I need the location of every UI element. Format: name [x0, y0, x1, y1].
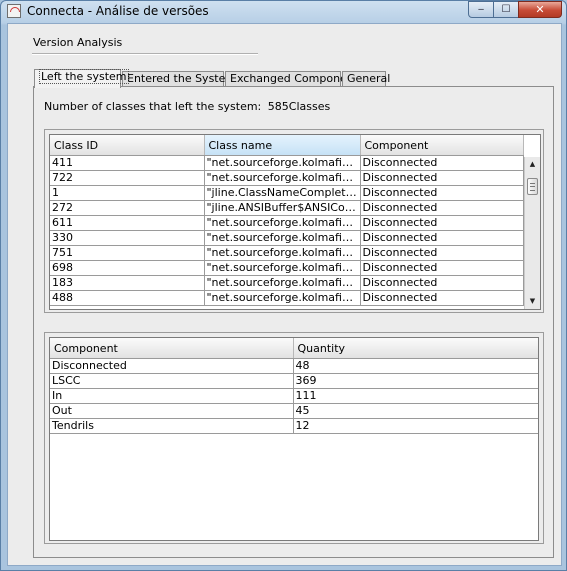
tab-label: General [347, 72, 391, 85]
table-row[interactable]: 330"net.sourceforge.kolmafia.Adv…Disconn… [50, 230, 524, 246]
cell-component: In [50, 388, 294, 404]
cell-class-id: 272 [50, 200, 205, 216]
classes-table: Class ID Class name Component 411 "net.so… [50, 135, 524, 306]
tab-exchanged-component[interactable]: Exchanged Component [225, 71, 358, 87]
tab-label: Exchanged Component [230, 72, 359, 85]
cell-quantity: 45 [293, 403, 538, 419]
table-row[interactable]: LSCC 369 [50, 373, 538, 389]
cell-component: Out [50, 403, 294, 419]
classes-table-viewport[interactable]: Class ID Class name Component 411 "net.so… [49, 134, 541, 310]
table-row[interactable]: 272 "jline.ANSIBuffer$ANSICodes" Disconnec… [50, 200, 524, 216]
column-header-quantity[interactable]: Quantity [293, 338, 538, 359]
tab-panel: Number of classes that left the system: … [33, 86, 554, 558]
cell-component: Tendrils [50, 418, 294, 434]
table-row[interactable]: 1 "jline.ClassNameCompletor" Disconnected [50, 185, 524, 201]
cell-class-id: 488 [50, 290, 205, 306]
components-table-header: Component Quantity [50, 338, 538, 359]
window-title: Connecta - Análise de versões [27, 4, 209, 18]
tab-left-the-system[interactable]: Left the system [34, 69, 129, 88]
cell-class-name: "net.sourceforge.kolmafia.Ite… [204, 275, 361, 291]
group-title: Version Analysis [33, 36, 123, 49]
table-row[interactable]: 183"net.sourceforge.kolmafia.Ite…Disconn… [50, 275, 524, 291]
cell-class-id: 1 [50, 185, 205, 201]
cell-class-id: 330 [50, 230, 205, 246]
classes-table-body: 411"net.sourceforge.kolmafia.Logi…Discon… [50, 155, 524, 306]
tab-label: Entered the System [127, 72, 237, 85]
cell-class-id: 751 [50, 245, 205, 261]
cell-quantity: 111 [293, 388, 538, 404]
cell-component: LSCC [50, 373, 294, 389]
cell-class-name: "net.sourceforge.kolmafia.Pro… [204, 245, 361, 261]
cell-component: Disconnected [360, 230, 524, 246]
app-icon [7, 4, 21, 18]
cell-class-name: "net.sourceforge.kolmafia.Cak… [204, 260, 361, 276]
tab-label: Left the system [39, 69, 129, 84]
cell-class-id: 722 [50, 170, 205, 186]
classes-table-panel: Class ID Class name Component 411 "net.so… [44, 129, 544, 313]
table-row[interactable]: Out 45 [50, 403, 538, 419]
table-row[interactable]: 488"net.sourceforge.kolmafia.Fam…Disconn… [50, 290, 524, 306]
cell-quantity: 48 [293, 358, 538, 374]
cell-quantity: 12 [293, 418, 538, 434]
table-row[interactable]: 411"net.sourceforge.kolmafia.Logi…Discon… [50, 155, 524, 171]
cell-class-name: "jline.ClassNameCompletor" [204, 185, 361, 201]
cell-class-id: 411 [50, 155, 205, 171]
table-row[interactable]: In 111 [50, 388, 538, 404]
application-window: Connecta - Análise de versões ‒ ☐ ✕ Vers… [0, 0, 567, 571]
column-header-class-name[interactable]: Class name [204, 135, 361, 156]
cell-component: Disconnected [50, 358, 294, 374]
table-row[interactable]: Tendrils 12 [50, 418, 538, 434]
classes-table-scrollbar[interactable]: ▲ ▼ [524, 157, 540, 309]
components-table-viewport[interactable]: Component Quantity Disconnected 48 LSCC 36… [49, 337, 539, 541]
scroll-down-icon[interactable]: ▼ [525, 294, 540, 309]
components-table-body: Disconnected 48 LSCC 369 In 111 Out 45 Tendr… [50, 358, 538, 434]
table-row[interactable]: 611"net.sourceforge.kolmafia.Buff…Discon… [50, 215, 524, 231]
window-client-area: Version Analysis Left the system Entered… [7, 23, 562, 566]
cell-component: Disconnected [360, 215, 524, 231]
minimize-button[interactable]: ‒ [468, 1, 494, 18]
classes-table-header: Class ID Class name Component [50, 135, 524, 156]
maximize-button[interactable]: ☐ [493, 1, 519, 18]
cell-quantity: 369 [293, 373, 538, 389]
cell-component: Disconnected [360, 200, 524, 216]
cell-component: Disconnected [360, 245, 524, 261]
group-divider [32, 53, 258, 55]
cell-class-name: "net.sourceforge.kolmafia.Buff… [204, 215, 361, 231]
cell-component: Disconnected [360, 170, 524, 186]
scrollbar-thumb[interactable] [527, 178, 538, 196]
components-table-panel: Component Quantity Disconnected 48 LSCC 36… [44, 332, 544, 544]
cell-class-name: "net.sourceforge.kolmafia.Cla… [204, 170, 361, 186]
scroll-up-icon[interactable]: ▲ [525, 157, 540, 172]
close-button[interactable]: ✕ [518, 1, 562, 18]
column-header-component[interactable]: Component [360, 135, 524, 156]
cell-class-id: 698 [50, 260, 205, 276]
table-row[interactable]: Disconnected 48 [50, 358, 538, 374]
cell-component: Disconnected [360, 155, 524, 171]
table-row[interactable]: 751"net.sourceforge.kolmafia.Pro…Disconn… [50, 245, 524, 261]
cell-class-id: 183 [50, 275, 205, 291]
cell-component: Disconnected [360, 185, 524, 201]
summary-value: 585Classes [267, 100, 331, 113]
tab-entered-the-system[interactable]: Entered the System [122, 71, 236, 87]
title-bar[interactable]: Connecta - Análise de versões ‒ ☐ ✕ [1, 1, 566, 23]
cell-class-name: "net.sourceforge.kolmafia.Fam… [204, 290, 361, 306]
components-table: Component Quantity Disconnected 48 LSCC 36… [50, 338, 538, 434]
column-header-class-id[interactable]: Class ID [50, 135, 205, 156]
tab-general[interactable]: General [342, 71, 390, 87]
cell-class-name: "net.sourceforge.kolmafia.Logi… [204, 155, 361, 171]
summary-label: Number of classes that left the system: [44, 100, 262, 113]
cell-component: Disconnected [360, 290, 524, 306]
cell-component: Disconnected [360, 260, 524, 276]
cell-class-name: "jline.ANSIBuffer$ANSICodes" [204, 200, 361, 216]
table-row[interactable]: 698"net.sourceforge.kolmafia.Cak…Disconn… [50, 260, 524, 276]
window-controls: ‒ ☐ ✕ [468, 1, 562, 19]
column-header-component[interactable]: Component [50, 338, 294, 359]
classes-left-summary: Number of classes that left the system: … [44, 100, 330, 113]
cell-class-name: "net.sourceforge.kolmafia.Adv… [204, 230, 361, 246]
table-row[interactable]: 722"net.sourceforge.kolmafia.Cla…Disconn… [50, 170, 524, 186]
cell-class-id: 611 [50, 215, 205, 231]
cell-component: Disconnected [360, 275, 524, 291]
